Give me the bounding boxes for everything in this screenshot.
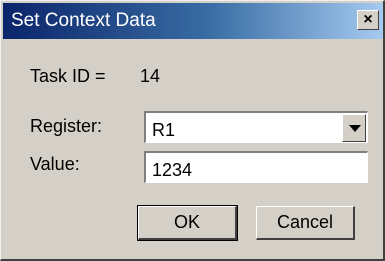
title-bar[interactable]: Set Context Data × <box>3 3 383 39</box>
set-context-data-dialog: Set Context Data × Task ID = 14 Register… <box>0 0 385 261</box>
close-icon: × <box>363 11 373 28</box>
close-button[interactable]: × <box>357 10 379 30</box>
ok-button[interactable]: OK <box>137 205 238 241</box>
value-input[interactable]: 1234 <box>144 151 368 183</box>
register-label: Register: <box>30 116 103 136</box>
task-id-label: Task ID = <box>30 66 106 86</box>
chevron-down-icon[interactable] <box>342 114 366 142</box>
window-title: Set Context Data <box>11 10 156 31</box>
register-selected-value: R1 <box>152 120 176 140</box>
cancel-button[interactable]: Cancel <box>256 206 355 240</box>
task-id-value: 14 <box>140 66 161 86</box>
value-label: Value: <box>30 154 80 174</box>
value-input-text: 1234 <box>152 160 193 180</box>
register-select[interactable]: R1 <box>144 111 368 143</box>
